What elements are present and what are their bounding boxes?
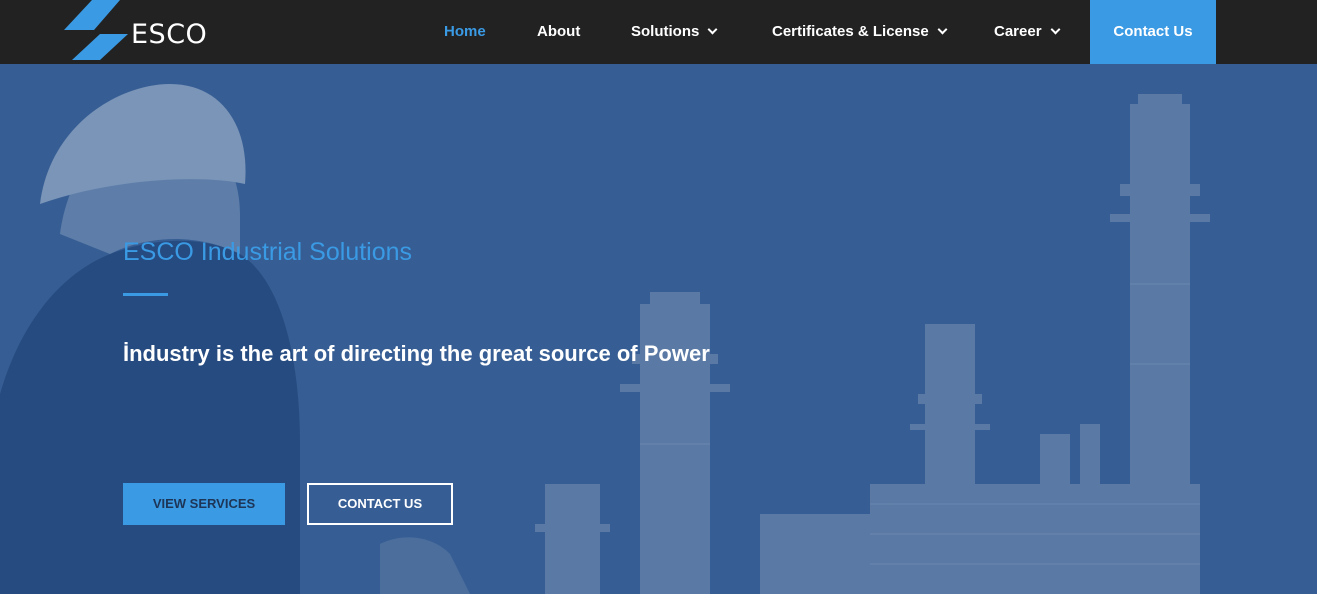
hero-section: ESCO Industrial Solutions İndustry is th… xyxy=(0,64,1317,594)
esco-logo-icon xyxy=(64,0,128,64)
nav-home-label: Home xyxy=(444,23,486,40)
hero-title: İndustry is the art of directing the gre… xyxy=(123,341,710,366)
nav-solutions[interactable]: Solutions xyxy=(631,0,718,64)
contact-us-nav-button[interactable]: Contact Us xyxy=(1090,0,1216,64)
hero-divider xyxy=(123,293,168,296)
brand-name: ESCO xyxy=(131,19,208,50)
nav-career[interactable]: Career xyxy=(994,0,1060,64)
site-header: ESCO Home About Solutions Certificates &… xyxy=(0,0,1317,64)
chevron-down-icon xyxy=(707,24,718,35)
nav-about-label: About xyxy=(537,23,581,40)
nav-certificates[interactable]: Certificates & License xyxy=(772,0,948,64)
nav-career-label: Career xyxy=(994,23,1042,40)
chevron-down-icon xyxy=(1050,24,1060,35)
view-services-button[interactable]: VIEW SERVICES xyxy=(123,483,285,525)
hero-subtitle: ESCO Industrial Solutions xyxy=(123,238,413,266)
contact-us-hero-button[interactable]: CONTACT US xyxy=(307,483,453,525)
chevron-down-icon xyxy=(937,24,948,35)
nav-about[interactable]: About xyxy=(537,0,580,64)
nav-certificates-label: Certificates & License xyxy=(772,23,929,40)
brand-logo[interactable]: ESCO xyxy=(64,0,207,64)
nav-solutions-label: Solutions xyxy=(631,23,700,40)
nav-home[interactable]: Home xyxy=(444,0,486,64)
